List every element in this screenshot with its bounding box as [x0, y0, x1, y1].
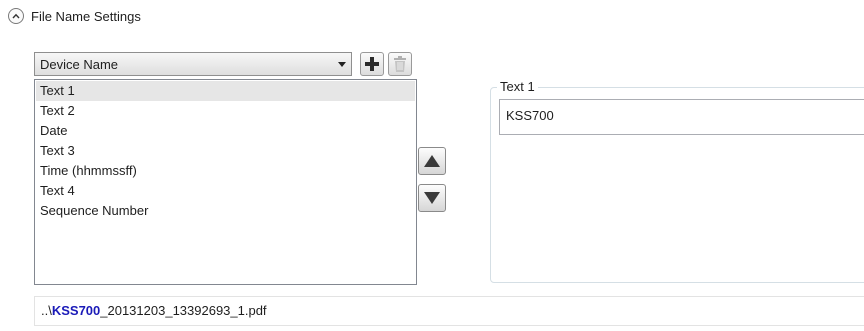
trash-icon: [394, 56, 406, 72]
list-item[interactable]: Time (hhmmssff): [36, 161, 415, 181]
section-title: File Name Settings: [31, 8, 141, 24]
list-item[interactable]: Text 3: [36, 141, 415, 161]
add-button[interactable]: [360, 52, 384, 76]
field-type-dropdown[interactable]: Device Name: [34, 52, 352, 76]
section-header: File Name Settings: [8, 8, 141, 24]
list-item[interactable]: Date: [36, 121, 415, 141]
plus-icon: [365, 57, 379, 71]
dropdown-value: Device Name: [40, 56, 119, 72]
triangle-up-icon: [424, 155, 440, 167]
preview-prefix: ..\: [41, 303, 52, 318]
delete-button[interactable]: [388, 52, 412, 76]
preview-suffix: _20131203_13392693_1.pdf: [100, 303, 267, 318]
text-settings-group: Text 1 KSS700: [490, 79, 864, 283]
list-item[interactable]: Text 4: [36, 181, 415, 201]
group-legend: Text 1: [497, 79, 538, 94]
list-item[interactable]: Text 2: [36, 101, 415, 121]
triangle-down-icon: [424, 192, 440, 204]
chevron-down-icon: [333, 61, 351, 67]
list-item[interactable]: Text 1: [36, 81, 415, 101]
move-down-button[interactable]: [418, 184, 446, 212]
filename-preview: ..\KSS700_20131203_13392693_1.pdf: [34, 296, 864, 326]
text-value-input[interactable]: KSS700: [499, 99, 864, 135]
list-item[interactable]: Sequence Number: [36, 201, 415, 221]
collapse-button[interactable]: [8, 8, 24, 24]
chevron-up-icon: [12, 13, 20, 19]
preview-highlight: KSS700: [51, 303, 101, 318]
field-order-list[interactable]: Text 1 Text 2 Date Text 3 Time (hhmmssff) Tex…: [34, 79, 417, 285]
move-up-button[interactable]: [418, 147, 446, 175]
